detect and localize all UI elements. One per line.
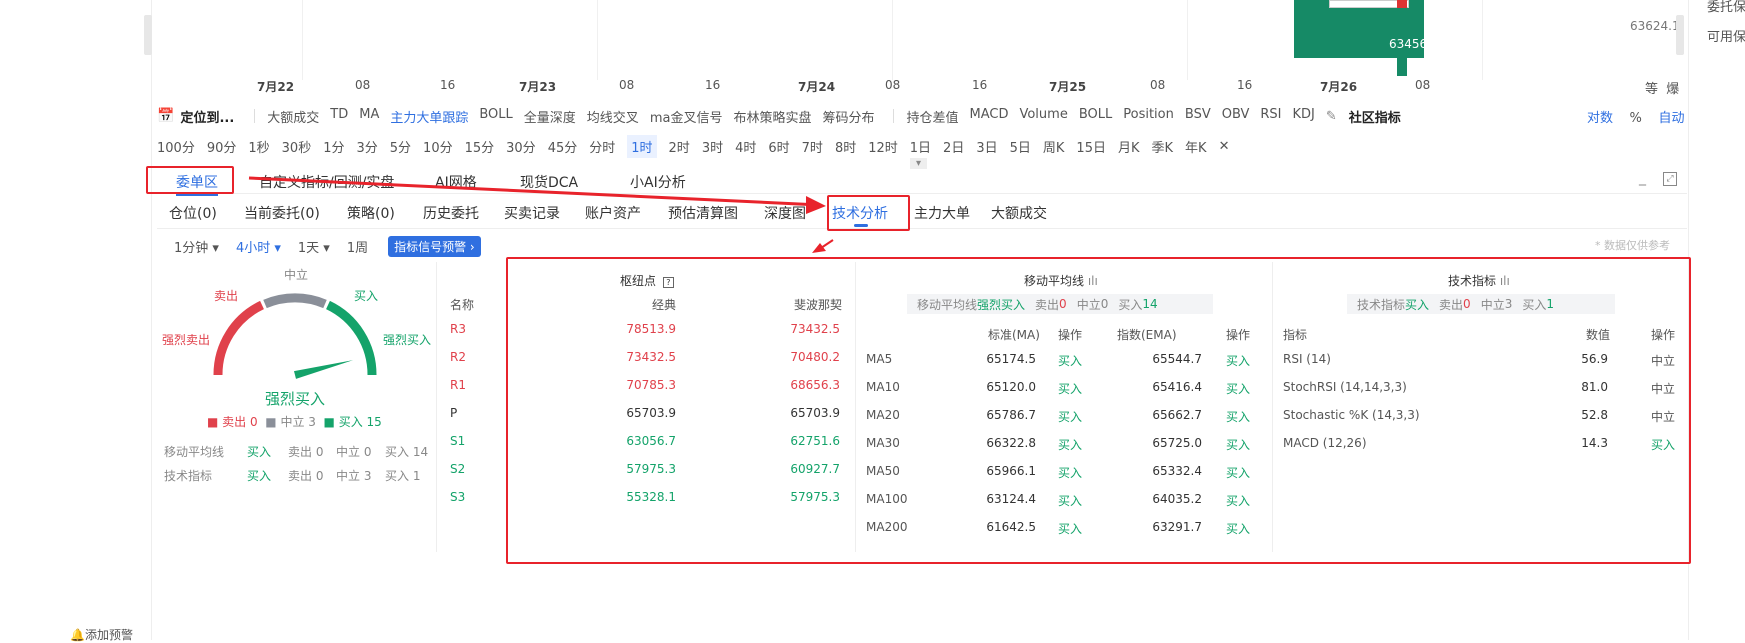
pivot-fib-value: 65703.9 bbox=[790, 406, 840, 420]
ma-ema-op: 买入 bbox=[1226, 382, 1251, 396]
ma-row-name: MA50 bbox=[866, 464, 900, 478]
ma-ema-value: 65725.0 bbox=[1152, 436, 1202, 450]
divider bbox=[1272, 262, 1273, 552]
pivot-row-name: R3 bbox=[450, 322, 466, 336]
ma-ema-value: 65332.4 bbox=[1152, 464, 1202, 478]
pivot-col-fibonacci: 斐波那契 bbox=[794, 298, 843, 312]
ma-header-op2: 操作 bbox=[1226, 328, 1251, 342]
pivot-row-name: P bbox=[450, 406, 458, 420]
ti-row-value: 81.0 bbox=[1581, 380, 1608, 394]
ma-std-op: 买入 bbox=[1058, 410, 1083, 424]
ma-header-ema: 指数(EMA) bbox=[1117, 328, 1177, 342]
ma-ema-value: 63291.7 bbox=[1152, 520, 1202, 534]
ma-row-name: MA20 bbox=[866, 408, 900, 422]
annotation-arrows bbox=[248, 176, 834, 253]
ma-std-op: 买入 bbox=[1058, 438, 1083, 452]
ma-std-value: 65174.5 bbox=[986, 352, 1036, 366]
ma-std-value: 65120.0 bbox=[986, 380, 1036, 394]
ti-row-value: 52.8 bbox=[1581, 408, 1608, 422]
pivot-fib-value: 60927.7 bbox=[790, 462, 840, 476]
ti-row-name: StochRSI (14,14,3,3) bbox=[1283, 380, 1407, 394]
pivot-classic-value: 57975.3 bbox=[626, 462, 676, 476]
ti-row-op: 中立 bbox=[1651, 382, 1676, 396]
ma-row-name: MA10 bbox=[866, 380, 900, 394]
pivot-classic-value: 63056.7 bbox=[626, 434, 676, 448]
pivot-title: 枢纽点 ? bbox=[620, 272, 674, 289]
ma-ema-op: 买入 bbox=[1226, 494, 1251, 508]
ma-row-name: MA100 bbox=[866, 492, 908, 506]
ti-title: 技术指标 ılı bbox=[1448, 274, 1510, 288]
pivot-fib-value: 68656.3 bbox=[790, 378, 840, 392]
pivot-fib-value: 57975.3 bbox=[790, 490, 840, 504]
ma-std-value: 65966.1 bbox=[986, 464, 1036, 478]
pivot-fib-value: 62751.6 bbox=[790, 434, 840, 448]
ma-ema-value: 65544.7 bbox=[1152, 352, 1202, 366]
ti-header-op: 操作 bbox=[1651, 328, 1676, 342]
ti-header-val: 数值 bbox=[1586, 328, 1611, 342]
ma-header-std: 标准(MA) bbox=[988, 328, 1040, 342]
ti-row-op: 买入 bbox=[1651, 438, 1676, 452]
ma-ema-op: 买入 bbox=[1226, 438, 1251, 452]
ma-ema-value: 65662.7 bbox=[1152, 408, 1202, 422]
pivot-classic-value: 70785.3 bbox=[626, 378, 676, 392]
ma-std-value: 61642.5 bbox=[986, 520, 1036, 534]
pivot-classic-value: 73432.5 bbox=[626, 350, 676, 364]
ma-std-op: 买入 bbox=[1058, 466, 1083, 480]
ma-std-op: 买入 bbox=[1058, 354, 1083, 368]
pivot-classic-value: 55328.1 bbox=[626, 490, 676, 504]
ti-row-name: Stochastic %K (14,3,3) bbox=[1283, 408, 1420, 422]
ma-std-op: 买入 bbox=[1058, 522, 1083, 536]
ma-std-value: 66322.8 bbox=[986, 436, 1036, 450]
ma-ema-op: 买入 bbox=[1226, 354, 1251, 368]
help-icon[interactable]: ? bbox=[662, 277, 674, 288]
pivot-classic-value: 78513.9 bbox=[626, 322, 676, 336]
ma-summary: 移动平均线 强烈买入 卖出 0 中立 0 买入 14 bbox=[907, 294, 1213, 314]
ma-std-op: 买入 bbox=[1058, 494, 1083, 508]
ti-row-name: RSI (14) bbox=[1283, 352, 1331, 366]
pivot-row-name: S3 bbox=[450, 490, 466, 504]
ti-header-ind: 指标 bbox=[1283, 328, 1308, 342]
ma-row-name: MA5 bbox=[866, 352, 893, 366]
ti-summary: 技术指标 买入 卖出 0 中立 3 买入 1 bbox=[1347, 294, 1615, 314]
pivot-col-classic: 经典 bbox=[652, 298, 677, 312]
ti-row-name: MACD (12,26) bbox=[1283, 436, 1367, 450]
ti-row-value: 56.9 bbox=[1581, 352, 1608, 366]
ma-ema-op: 买入 bbox=[1226, 410, 1251, 424]
ma-ema-value: 64035.2 bbox=[1152, 492, 1202, 506]
pivot-row-name: R2 bbox=[450, 350, 466, 364]
ma-ema-value: 65416.4 bbox=[1152, 380, 1202, 394]
ma-ema-op: 买入 bbox=[1226, 522, 1251, 536]
ma-std-value: 65786.7 bbox=[986, 408, 1036, 422]
ma-row-name: MA30 bbox=[866, 436, 900, 450]
ti-row-value: 14.3 bbox=[1581, 436, 1608, 450]
ma-header-op: 操作 bbox=[1058, 328, 1083, 342]
pivot-row-name: R1 bbox=[450, 378, 466, 392]
pivot-row-name: S2 bbox=[450, 462, 466, 476]
ma-title: 移动平均线 ılı bbox=[1024, 274, 1098, 288]
ma-std-op: 买入 bbox=[1058, 382, 1083, 396]
pivot-classic-value: 65703.9 bbox=[626, 406, 676, 420]
pivot-row-name: S1 bbox=[450, 434, 466, 448]
chart-icon: ılı bbox=[1087, 274, 1098, 288]
pivot-fib-value: 73432.5 bbox=[790, 322, 840, 336]
pivot-fib-value: 70480.2 bbox=[790, 350, 840, 364]
ma-ema-op: 买入 bbox=[1226, 466, 1251, 480]
ti-row-op: 中立 bbox=[1651, 410, 1676, 424]
chart-icon: ılı bbox=[1499, 274, 1510, 288]
ma-std-value: 63124.4 bbox=[986, 492, 1036, 506]
ti-row-op: 中立 bbox=[1651, 354, 1676, 368]
ma-row-name: MA200 bbox=[866, 520, 908, 534]
divider bbox=[855, 262, 856, 552]
